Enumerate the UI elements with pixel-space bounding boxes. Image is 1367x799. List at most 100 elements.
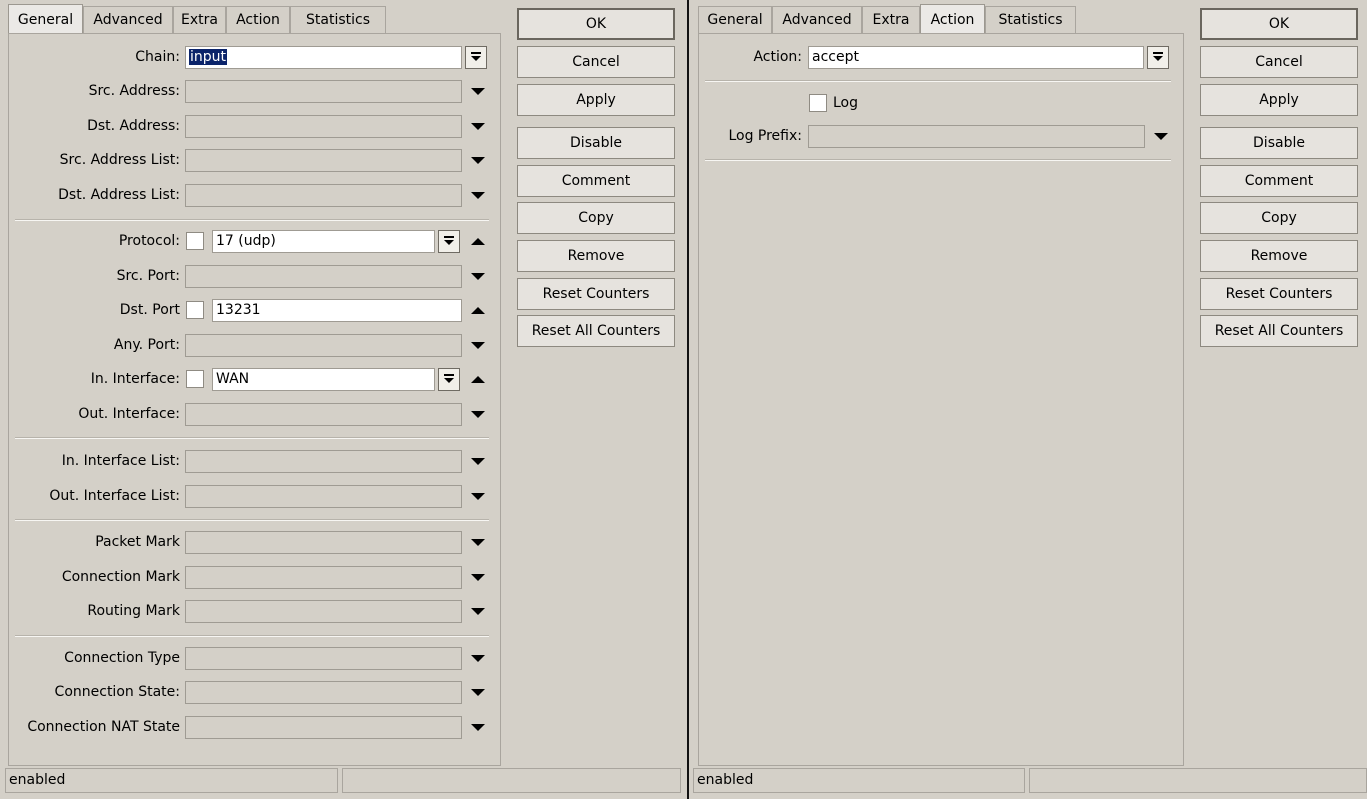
- log-checkbox[interactable]: [809, 94, 827, 112]
- expand-icon[interactable]: [469, 485, 487, 508]
- left-rule-window: General Advanced Extra Action Statistics…: [0, 0, 685, 799]
- value-input[interactable]: [185, 334, 462, 357]
- disable-button[interactable]: Disable: [1200, 127, 1358, 159]
- chain-select[interactable]: input: [185, 46, 462, 69]
- expand-icon[interactable]: [469, 149, 487, 172]
- dropdown-arrow-icon: [1153, 52, 1163, 61]
- apply-button[interactable]: Apply: [1200, 84, 1358, 116]
- tab-extra[interactable]: Extra: [173, 6, 226, 33]
- collapse-icon[interactable]: [469, 230, 487, 253]
- apply-button[interactable]: Apply: [517, 84, 675, 116]
- expand-icon[interactable]: [469, 716, 487, 739]
- action-select[interactable]: accept: [808, 46, 1144, 69]
- separator: [15, 437, 489, 439]
- copy-button[interactable]: Copy: [1200, 202, 1358, 234]
- cancel-button[interactable]: Cancel: [517, 46, 675, 78]
- tab-advanced[interactable]: Advanced: [772, 6, 862, 33]
- expand-icon[interactable]: [469, 115, 487, 138]
- expand-icon[interactable]: [469, 265, 487, 288]
- negate-checkbox[interactable]: [186, 301, 204, 319]
- field-label: Connection Type: [64, 650, 180, 666]
- value-input[interactable]: [185, 566, 462, 589]
- reset-all-counters-button[interactable]: Reset All Counters: [517, 315, 675, 347]
- log-prefix-input[interactable]: [808, 125, 1145, 148]
- separator: [705, 159, 1171, 161]
- log-prefix-label: Log Prefix:: [728, 128, 802, 144]
- field-label: Connection Mark: [61, 569, 180, 585]
- ok-button[interactable]: OK: [1200, 8, 1358, 40]
- value-input[interactable]: [185, 600, 462, 623]
- chain-dropdown-button[interactable]: [465, 46, 487, 69]
- field-label: Dst. Port: [119, 302, 180, 318]
- value-input[interactable]: 13231: [212, 299, 462, 322]
- remove-button[interactable]: Remove: [517, 240, 675, 272]
- value-input[interactable]: [185, 184, 462, 207]
- log-prefix-expand-icon[interactable]: [1152, 125, 1170, 148]
- value-select[interactable]: 17 (udp): [212, 230, 435, 253]
- value-input[interactable]: [185, 403, 462, 426]
- value-input[interactable]: [185, 265, 462, 288]
- value-input[interactable]: [185, 531, 462, 554]
- action-dropdown-button[interactable]: [1147, 46, 1169, 69]
- comment-button[interactable]: Comment: [1200, 165, 1358, 197]
- tab-statistics[interactable]: Statistics: [985, 6, 1076, 33]
- expand-icon[interactable]: [469, 681, 487, 704]
- tab-general[interactable]: General: [698, 6, 772, 33]
- collapse-icon[interactable]: [469, 299, 487, 322]
- field-label: Src. Port:: [116, 268, 180, 284]
- field-label: In. Interface List:: [61, 453, 180, 469]
- tab-action[interactable]: Action: [920, 4, 985, 33]
- expand-icon[interactable]: [469, 184, 487, 207]
- field-label: Connection NAT State: [27, 719, 180, 735]
- expand-icon[interactable]: [469, 403, 487, 426]
- copy-button[interactable]: Copy: [517, 202, 675, 234]
- value-dropdown-button[interactable]: [438, 368, 460, 391]
- action-label: Action:: [753, 49, 802, 65]
- negate-checkbox[interactable]: [186, 232, 204, 250]
- negate-checkbox[interactable]: [186, 370, 204, 388]
- log-label: Log: [833, 95, 859, 111]
- expand-icon[interactable]: [469, 600, 487, 623]
- reset-counters-button[interactable]: Reset Counters: [517, 278, 675, 310]
- value-input[interactable]: [185, 716, 462, 739]
- field-label: Out. Interface:: [78, 406, 180, 422]
- value-input[interactable]: [185, 485, 462, 508]
- dropdown-arrow-icon: [444, 374, 454, 383]
- value-select[interactable]: WAN: [212, 368, 435, 391]
- status-secondary: [1029, 768, 1367, 793]
- remove-button[interactable]: Remove: [1200, 240, 1358, 272]
- ok-button[interactable]: OK: [517, 8, 675, 40]
- expand-icon[interactable]: [469, 80, 487, 103]
- value-input[interactable]: [185, 647, 462, 670]
- expand-icon[interactable]: [469, 566, 487, 589]
- expand-icon[interactable]: [469, 531, 487, 554]
- field-label: Chain:: [135, 49, 180, 65]
- value-input[interactable]: [185, 450, 462, 473]
- expand-icon[interactable]: [469, 450, 487, 473]
- expand-icon[interactable]: [469, 334, 487, 357]
- dropdown-arrow-icon: [444, 236, 454, 245]
- disable-button[interactable]: Disable: [517, 127, 675, 159]
- comment-button[interactable]: Comment: [517, 165, 675, 197]
- value-input[interactable]: [185, 115, 462, 138]
- field-label: Src. Address:: [88, 83, 180, 99]
- reset-counters-button[interactable]: Reset Counters: [1200, 278, 1358, 310]
- value-input[interactable]: [185, 681, 462, 704]
- field-label: Routing Mark: [87, 603, 180, 619]
- collapse-icon[interactable]: [469, 368, 487, 391]
- status-enabled: enabled: [5, 768, 338, 793]
- tab-action[interactable]: Action: [226, 6, 290, 33]
- value-dropdown-button[interactable]: [438, 230, 460, 253]
- status-secondary: [342, 768, 681, 793]
- tab-statistics[interactable]: Statistics: [290, 6, 386, 33]
- value-input[interactable]: [185, 80, 462, 103]
- value-input[interactable]: [185, 149, 462, 172]
- tab-extra[interactable]: Extra: [862, 6, 920, 33]
- cancel-button[interactable]: Cancel: [1200, 46, 1358, 78]
- separator: [15, 519, 489, 521]
- field-label: Out. Interface List:: [49, 488, 180, 504]
- tab-advanced[interactable]: Advanced: [83, 6, 173, 33]
- reset-all-counters-button[interactable]: Reset All Counters: [1200, 315, 1358, 347]
- tab-general[interactable]: General: [8, 4, 83, 33]
- expand-icon[interactable]: [469, 647, 487, 670]
